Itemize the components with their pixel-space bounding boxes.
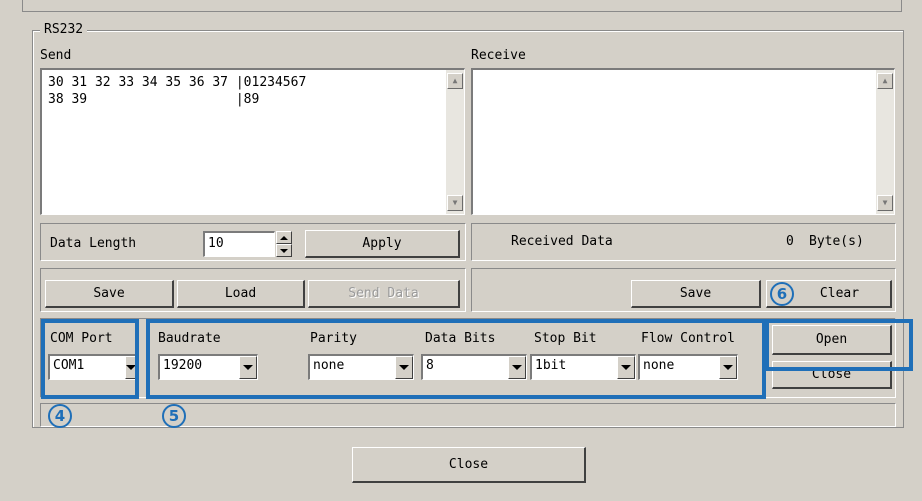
send-save-button[interactable]: Save	[45, 280, 174, 308]
scroll-down-arrow-icon[interactable]: ▼	[447, 195, 463, 211]
data-length-label: Data Length	[50, 236, 137, 251]
previous-panel-edge	[22, 0, 902, 12]
received-data-unit: Byte(s)	[809, 234, 864, 249]
serial-settings-highlight	[146, 319, 766, 399]
callout-6-badge: 6	[770, 282, 794, 306]
send-line-1: 30 31 32 33 34 35 36 37 |01234567	[48, 75, 307, 90]
footer-close-button[interactable]: Close	[352, 447, 586, 483]
load-button[interactable]: Load	[177, 280, 305, 308]
scroll-down-arrow-icon[interactable]: ▼	[877, 195, 893, 211]
apply-button[interactable]: Apply	[305, 230, 460, 258]
scroll-up-arrow-icon[interactable]: ▲	[877, 73, 893, 89]
data-length-input[interactable]: 10	[203, 231, 275, 257]
received-data-label: Received Data	[511, 234, 613, 249]
send-textarea[interactable]: 30 31 32 33 34 35 36 37 |01234567 38 39 …	[40, 68, 465, 215]
send-data-button[interactable]: Send Data	[308, 280, 460, 308]
com-port-highlight	[41, 319, 139, 399]
received-data-count: 0	[786, 234, 794, 249]
spin-down-arrow-icon[interactable]	[276, 244, 292, 257]
receive-scrollbar[interactable]: ▲ ▼	[876, 70, 894, 214]
send-line-2: 38 39 |89	[48, 92, 260, 107]
callout-4-badge: 4	[48, 404, 72, 428]
send-label: Send	[40, 48, 72, 63]
callout-5-badge: 5	[162, 404, 186, 428]
open-button-highlight	[765, 319, 913, 371]
receive-save-button[interactable]: Save	[631, 280, 761, 308]
spin-up-arrow-icon[interactable]	[276, 231, 292, 244]
receive-label: Receive	[471, 48, 526, 63]
send-scrollbar[interactable]: ▲ ▼	[446, 70, 464, 214]
scroll-up-arrow-icon[interactable]: ▲	[447, 73, 463, 89]
rs232-group-title: RS232	[40, 22, 88, 37]
receive-textarea[interactable]: ▲ ▼	[471, 68, 895, 215]
